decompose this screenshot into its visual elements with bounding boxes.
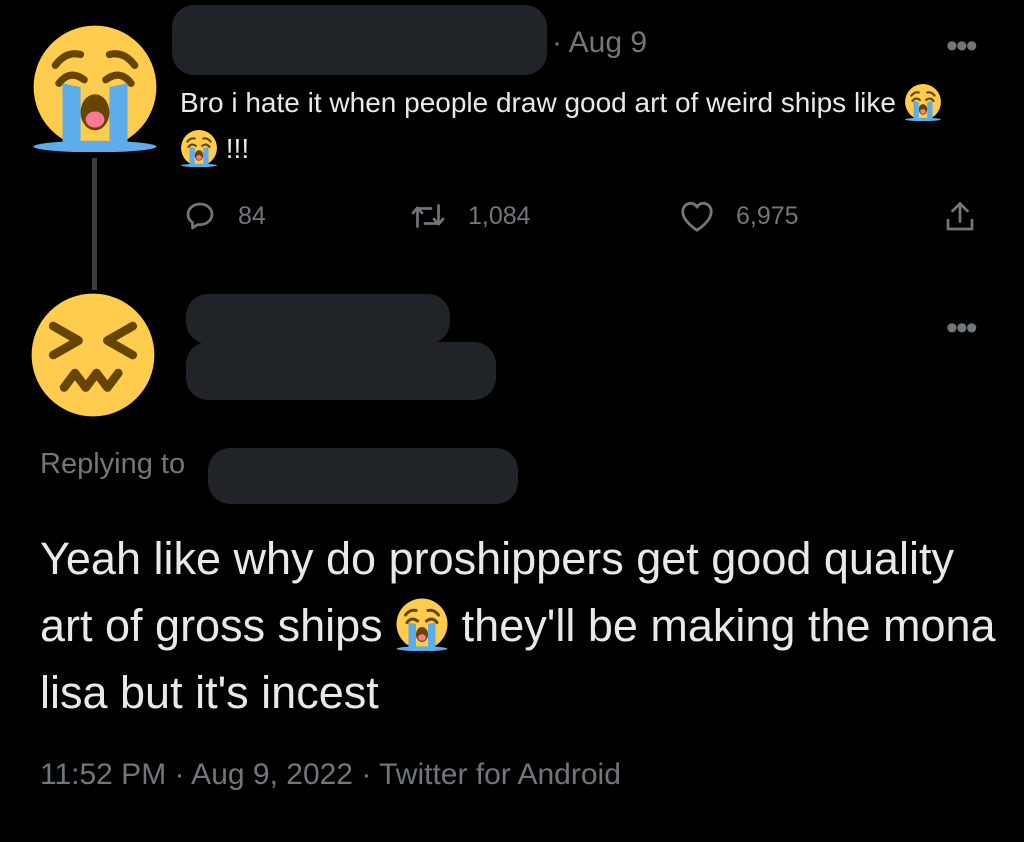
retweet-button[interactable]: 1,084 xyxy=(408,198,531,234)
more-options-icon[interactable]: ••• xyxy=(946,29,978,63)
tweet-text: Bro i hate it when people draw good art … xyxy=(180,80,960,172)
like-button[interactable]: 6,975 xyxy=(678,198,799,234)
heart-icon xyxy=(681,201,713,232)
retweet-count: 1,084 xyxy=(468,201,531,230)
reply-count: 84 xyxy=(238,201,266,230)
loudly-crying-face-icon xyxy=(904,83,942,121)
tweet-text: Yeah like why do proshippers get good qu… xyxy=(40,533,996,718)
replying-to-label: Replying to xyxy=(40,448,186,480)
confounded-face-icon xyxy=(32,294,155,417)
share-icon xyxy=(946,202,974,231)
redacted-username xyxy=(172,5,547,75)
redacted-username xyxy=(186,342,496,400)
loudly-crying-face-icon xyxy=(180,129,218,167)
redacted-reply-handle[interactable] xyxy=(208,448,518,504)
redacted-display-name xyxy=(186,294,450,344)
like-count: 6,975 xyxy=(736,201,799,230)
retweet-icon xyxy=(411,204,445,228)
reply-icon xyxy=(186,202,214,230)
share-button[interactable] xyxy=(942,198,998,236)
loudly-crying-face-icon xyxy=(34,26,157,152)
tweet-date[interactable]: · Aug 9 xyxy=(552,26,647,60)
separator-dot: · xyxy=(552,26,569,59)
tweet-timestamp[interactable]: 11:52 PM · Aug 9, 2022 · Twitter for And… xyxy=(40,758,621,792)
avatar[interactable] xyxy=(28,290,158,420)
thread-connector-line xyxy=(92,158,97,290)
reply-button[interactable]: 84 xyxy=(182,198,266,234)
avatar[interactable] xyxy=(30,22,160,152)
more-options-icon[interactable]: ••• xyxy=(946,311,978,345)
loudly-crying-face-icon xyxy=(395,597,449,651)
